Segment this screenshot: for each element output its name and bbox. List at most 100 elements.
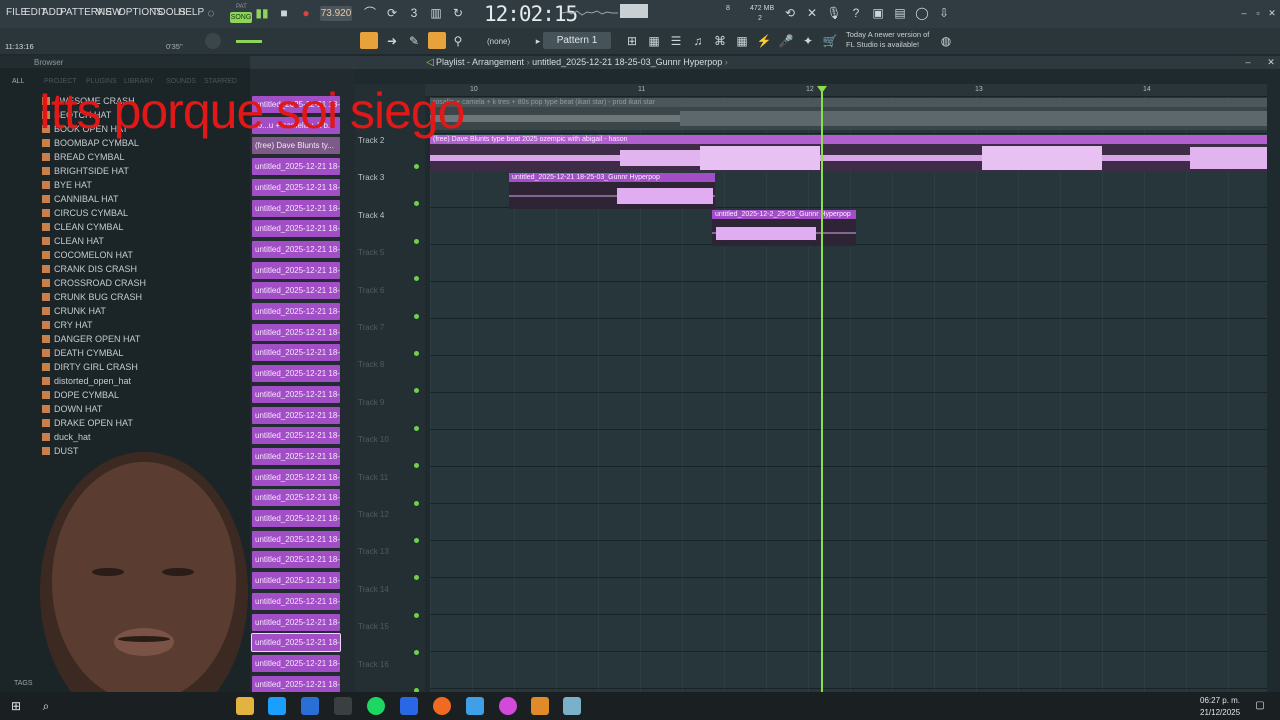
channel-item[interactable]: untitled_2025-12-21 18- [252,199,340,217]
stamp-icon[interactable]: ⚲ [450,33,466,49]
notification-icon[interactable]: ▢ [1252,698,1268,714]
chat-icon[interactable]: ◯ [914,5,930,21]
export-icon[interactable]: ▤ [892,5,908,21]
globe-icon[interactable]: ◍ [938,33,954,49]
channel-item[interactable]: untitled_2025-12-21 18- [252,592,340,610]
channel-item[interactable]: untitled_2025-12-21 18- [252,385,340,403]
channel-item[interactable]: untitled_2025-12-21 18- [252,530,340,548]
save-icon[interactable]: ▣ [870,5,886,21]
track-mute-led[interactable] [414,500,419,506]
browser-item[interactable]: DOWN HAT [42,402,102,416]
channel-rack-icon[interactable]: ☰ [668,33,684,49]
browser-item[interactable]: BRIGHTSIDE HAT [42,164,129,178]
step-edit-icon[interactable]: 3 [406,5,422,21]
track-name[interactable]: Track 5 [358,248,384,257]
track-name[interactable]: Track 9 [358,398,384,407]
track-mute-led[interactable] [414,313,419,319]
audio-clip[interactable]: rosalía + camela + k tres + 80s pop type… [430,98,1267,130]
browser-item[interactable]: BYE HAT [42,178,92,192]
mixer-icon[interactable]: ▦ [646,33,662,49]
channel-item[interactable]: untitled_2025-12-21 18- [252,489,340,507]
track-name[interactable]: Track 14 [358,585,389,594]
channel-item[interactable]: untitled_2025-12-21 18- [252,427,340,445]
browser-item[interactable]: CRUNK BUG CRASH [42,290,142,304]
metronome-icon[interactable]: ⌒ [362,5,378,21]
browser-item[interactable]: DIRTY GIRL CRASH [42,360,138,374]
track-name[interactable]: Track 11 [358,473,388,482]
browser-item[interactable]: CRUNK HAT [42,304,106,318]
channel-item[interactable]: untitled_2025-12-21 18- [252,303,340,320]
channel-item[interactable]: untitled_2025-12-21 18- [252,406,340,424]
channel-item[interactable]: untitled_2025-12-21 18- [252,282,340,300]
master-volume-knob[interactable] [205,33,221,49]
track-mute-led[interactable] [414,538,419,543]
app-icon[interactable] [563,697,581,715]
browser-item[interactable]: CIRCUS CYMBAL [42,206,128,220]
stop-icon[interactable]: ■ [276,5,292,21]
capcut-icon[interactable] [400,697,418,715]
browser-toggle-icon[interactable]: ⌘ [712,33,728,49]
channel-item[interactable]: untitled_2025-12-21 18- [252,344,340,362]
browser-item[interactable]: BREAD CYMBAL [42,150,125,164]
loop-record-icon[interactable]: ⟳ [384,5,400,21]
track-mute-led[interactable] [414,238,419,244]
playlist-minimize-icon[interactable]: – [1240,54,1256,70]
start-icon[interactable]: ⊞ [8,698,24,714]
channel-item[interactable]: untitled_2025-12-21 18- [252,551,340,569]
steam-icon[interactable] [268,697,286,715]
arrow-icon[interactable]: ➜ [384,33,400,49]
cart-icon[interactable]: 🛒 [822,33,838,49]
channel-item[interactable]: untitled_2025-12-21 18- [252,365,340,383]
snap-selector[interactable]: (none) [487,37,510,46]
channel-item[interactable]: untitled_2025-12-21 18- [252,675,340,693]
channel-item[interactable]: untitled_2025-12-21 18- [252,654,340,672]
taskbar-date[interactable]: 21/12/2025 [1200,708,1240,717]
download-icon[interactable]: ⇩ [936,5,952,21]
mic-record-icon[interactable]: 🎤 [778,33,794,49]
browser-item[interactable]: distorted_open_hat [42,374,131,388]
browser-item[interactable]: CRY HAT [42,318,93,332]
browser-item[interactable]: COCOMELON HAT [42,248,133,262]
panic-icon[interactable]: ✕ [804,5,820,21]
timeline-ruler[interactable] [425,84,1267,96]
playlist-close-icon[interactable]: ✕ [1263,54,1279,70]
audio-clip[interactable]: (free) Dave Blunts type beat 2025 ozempi… [430,135,1267,172]
epic-games-icon[interactable] [334,697,352,715]
wand-icon[interactable]: ✦ [800,33,816,49]
pattern-selector[interactable]: Pattern 1 [543,32,611,49]
track-mute-led[interactable] [414,612,419,618]
typing-keyboard-icon[interactable]: ↻ [450,5,466,21]
help-icon[interactable]: ? [848,5,864,21]
file-explorer-icon[interactable] [236,697,254,715]
track-name[interactable]: Track 7 [358,323,384,332]
channel-item[interactable]: untitled_2025-12-21 18- [251,633,341,653]
audio-clip[interactable]: untitled_2025-12-2_25-03_Gunnr Hyperpop [712,210,856,246]
firefox-icon[interactable] [433,697,451,715]
track-mute-led[interactable] [414,425,419,431]
track-name[interactable]: Track 3 [358,173,384,182]
ccleaner-icon[interactable] [466,697,484,715]
track-name[interactable]: Track 4 [358,211,384,220]
plugin-picker-icon[interactable]: ⚡ [756,33,772,49]
audio-clip[interactable]: untitled_2025-12-21 18-25-03_Gunnr Hyper… [509,173,715,209]
browser-item[interactable]: DANGER OPEN HAT [42,332,140,346]
browser-item[interactable]: CANNIBAL HAT [42,192,119,206]
piano-roll-icon[interactable]: ♫ [690,33,706,49]
browser-item[interactable]: CLEAN CYMBAL [42,220,124,234]
microphone-icon[interactable]: 🎙 [826,5,842,21]
channel-item[interactable]: untitled_2025-12-21 18- [252,220,340,238]
fl-studio-icon[interactable] [531,697,549,715]
track-name[interactable]: Track 16 [358,660,389,669]
track-name[interactable]: Track 8 [358,360,384,369]
search-icon[interactable]: ⌕ [38,698,54,714]
close-icon[interactable]: ✕ [1264,5,1280,21]
tempo-display[interactable]: 73.920 [320,6,352,21]
song-mode-toggle[interactable]: SONG [230,12,252,23]
record-icon[interactable]: ● [298,5,314,21]
play-icon[interactable]: ▮▮ [254,5,270,21]
track-mute-led[interactable] [414,164,419,169]
browser-item[interactable]: DOPE CYMBAL [42,388,119,402]
channel-item[interactable]: untitled_2025-12-21 18- [252,447,340,465]
news-panel[interactable]: Today A newer version of FL Studio is av… [846,30,929,50]
tags-label[interactable]: TAGS [14,680,33,687]
